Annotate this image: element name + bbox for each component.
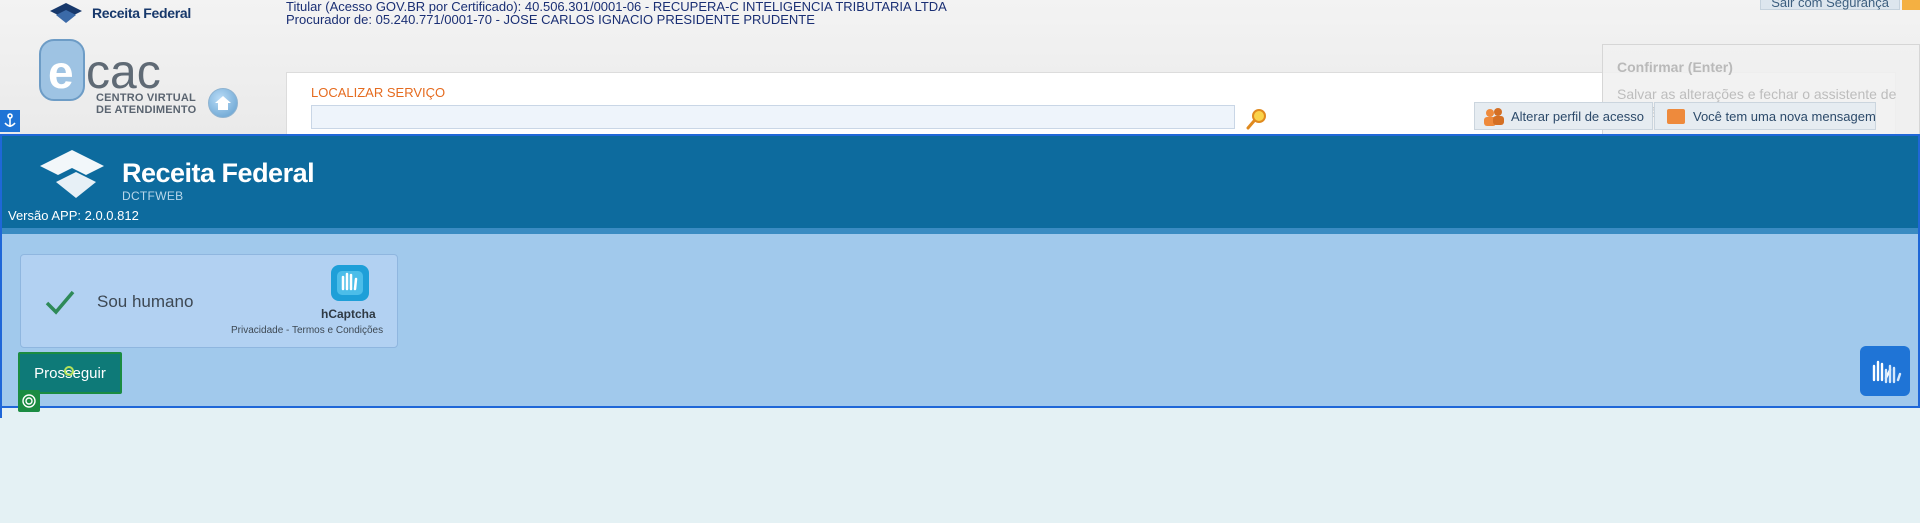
target-icon[interactable]	[18, 390, 40, 412]
new-message-button[interactable]: Você tem uma nova mensagem	[1654, 102, 1876, 130]
dctfweb-brand-name: Receita Federal	[122, 158, 315, 188]
svg-text:e: e	[48, 46, 74, 98]
alter-profile-label: Alterar perfil de acesso	[1511, 109, 1644, 124]
captcha-label: Sou humano	[97, 292, 194, 311]
anchor-glyph-icon	[4, 113, 16, 127]
ecac-subtitle-line1: CENTRO VIRTUAL	[96, 92, 196, 104]
envelope-icon	[1667, 109, 1685, 124]
hcaptcha-widget[interactable]: Sou humano hCaptcha Privacidade - Termos…	[20, 254, 398, 348]
app-version: Versão APP: 2.0.0.812	[8, 208, 139, 223]
hands-icon	[1872, 360, 1902, 384]
titular-info: Titular (Acesso GOV.BR por Certificado):…	[286, 0, 947, 26]
receita-federal-top-label: Receita Federal	[92, 5, 191, 21]
target-glyph-icon	[22, 394, 36, 408]
ecac-subtitle-line2: DE ATENDIMENTO	[96, 104, 197, 116]
hcaptcha-provider: hCaptcha	[321, 307, 376, 321]
search-input[interactable]	[311, 105, 1235, 129]
home-button[interactable]	[208, 88, 238, 118]
users-icon	[1484, 108, 1504, 126]
search-label: LOCALIZAR SERVIÇO	[311, 85, 446, 100]
logout-button[interactable]: Sair com Segurança	[1760, 0, 1900, 10]
anchor-icon[interactable]	[0, 110, 20, 132]
logout-close-icon[interactable]	[1902, 0, 1920, 10]
home-icon	[215, 96, 231, 110]
ecac-header: Receita Federal Titular (Acesso GOV.BR p…	[0, 0, 1920, 142]
libras-accessibility-button[interactable]	[1860, 346, 1910, 396]
hcaptcha-links[interactable]: Privacidade - Termos e Condições	[231, 325, 383, 336]
checkmark-icon	[45, 290, 75, 315]
receita-federal-logo-icon	[40, 150, 104, 198]
cursor-marker-icon	[64, 366, 74, 376]
dctfweb-frame: Receita Federal DCTFWEB Versão APP: 2.0.…	[0, 134, 1920, 412]
dctfweb-brand-sub: DCTFWEB	[122, 189, 184, 203]
dctfweb-banner: Receita Federal DCTFWEB Versão APP: 2.0.…	[2, 136, 1918, 228]
alter-profile-button[interactable]: Alterar perfil de acesso	[1474, 102, 1653, 130]
tooltip-title: Confirmar (Enter)	[1617, 59, 1733, 75]
receita-federal-top-logo: Receita Federal	[46, 0, 191, 26]
procurador-line: Procurador de: 05.240.771/0001-70 - JOSE…	[286, 12, 815, 27]
receita-federal-mark-icon	[50, 3, 82, 23]
search-icon[interactable]	[1245, 107, 1269, 131]
hcaptcha-logo-icon	[331, 265, 369, 301]
ecac-subtitle: CENTRO VIRTUAL DE ATENDIMENTO	[96, 92, 196, 116]
new-message-label: Você tem uma nova mensagem	[1693, 109, 1876, 124]
banner-stripe	[2, 228, 1918, 234]
frame-connector-line	[0, 136, 2, 418]
